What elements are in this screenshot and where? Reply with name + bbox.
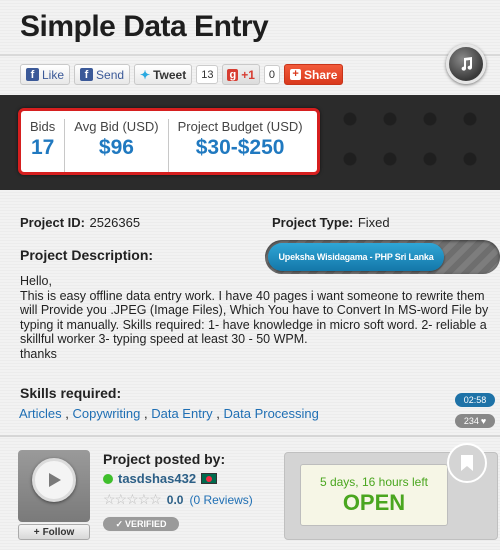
verified-badge: ✓ VERIFIED — [103, 517, 179, 531]
time-left: 5 days, 16 hours left — [319, 475, 429, 489]
tweet-label: Tweet — [153, 67, 187, 82]
play-icon — [49, 473, 61, 487]
avg-bid-value: $96 — [98, 136, 134, 159]
project-type-label: Project Type: — [272, 215, 354, 230]
budget-stat: Project Budget (USD) $30-$250 — [167, 119, 312, 172]
online-status-icon — [103, 473, 113, 484]
avg-bid-label: Avg Bid (USD) — [74, 119, 159, 134]
page-title: Simple Data Entry — [20, 10, 269, 43]
status-card: 5 days, 16 hours left OPEN — [300, 464, 448, 526]
country-flag-icon — [201, 473, 218, 484]
rating-row: ☆☆☆☆☆ 0.0 (0 Reviews) — [103, 491, 253, 508]
follow-label: Follow — [42, 526, 75, 538]
section-divider — [0, 435, 500, 437]
description-line: will Provide you .JPEG (Image Files), Wh… — [20, 303, 489, 318]
skill-link[interactable]: Data Entry — [151, 406, 212, 421]
poster-name[interactable]: tasdshas432 — [118, 471, 196, 486]
skill-link[interactable]: Copywriting — [72, 406, 140, 421]
tweet-count: 13 — [196, 65, 219, 84]
skill-separator: , — [61, 406, 73, 421]
facebook-icon: f — [26, 68, 39, 81]
project-type: Project Type: Fixed — [272, 214, 390, 232]
skills-list: Articles , Copywriting , Data Entry , Da… — [19, 406, 319, 421]
project-status: OPEN — [342, 490, 406, 515]
description-line: Hello, — [20, 274, 52, 288]
project-id-label: Project ID: — [20, 215, 86, 230]
views-count: 234 — [463, 416, 479, 426]
skill-link[interactable]: Articles — [19, 406, 62, 421]
gplus-count: 0 — [263, 65, 281, 84]
stats-box: Bids 17 Avg Bid (USD) $96 Project Budget… — [18, 108, 320, 175]
follow-button[interactable]: + Follow — [18, 524, 90, 540]
project-id-value: 2526365 — [89, 215, 141, 230]
description-line: typing it manually. Skills required: 1- … — [20, 317, 487, 332]
plus-icon: + — [290, 69, 302, 80]
share-button[interactable]: + Share — [284, 64, 344, 85]
check-icon: ✓ — [115, 518, 124, 529]
verified-label: VERIFIED — [125, 519, 167, 529]
project-description-label: Project Description: — [20, 247, 154, 263]
bids-stat: Bids 17 — [21, 119, 64, 172]
bookmark-icon — [461, 455, 473, 471]
user-slider-label: Upeksha Wisidagama - PHP Sri Lanka — [268, 243, 444, 271]
bids-value: 17 — [30, 136, 55, 159]
google-plus-button[interactable]: g +1 — [222, 64, 260, 85]
heart-icon: ♥ — [480, 416, 487, 426]
views-badge: 234 ♥ — [455, 414, 495, 428]
project-description: Hello, This is easy offline data entry w… — [20, 274, 500, 362]
skill-link[interactable]: Data Processing — [224, 406, 319, 421]
facebook-icon: f — [80, 68, 94, 81]
description-line: thanks — [20, 346, 57, 361]
user-slider[interactable]: Upeksha Wisidagama - PHP Sri Lanka — [265, 240, 500, 274]
rating-stars-icon: ☆☆☆☆☆ — [103, 491, 162, 507]
budget-label: Project Budget (USD) — [177, 119, 303, 134]
send-label: Send — [96, 67, 125, 82]
facebook-send-button[interactable]: f Send — [74, 64, 131, 85]
project-id: Project ID: 2526365 — [20, 214, 140, 232]
gplus-label: +1 — [241, 67, 255, 82]
skill-separator: , — [140, 406, 152, 421]
tweet-button[interactable]: ✦ Tweet — [134, 64, 193, 85]
like-label: Like — [42, 67, 65, 82]
skills-label: Skills required: — [20, 385, 122, 401]
title-divider — [0, 54, 500, 56]
poster-row: tasdshas432 — [103, 471, 218, 486]
rating-value: 0.0 — [166, 492, 184, 507]
twitter-bird-icon: ✦ — [140, 67, 151, 82]
avg-bid-stat: Avg Bid (USD) $96 — [64, 119, 167, 172]
music-note-icon — [461, 57, 473, 71]
description-line: This is easy offline data entry work. I … — [20, 288, 485, 303]
project-type-value: Fixed — [357, 215, 390, 230]
budget-value: $30-$250 — [195, 136, 285, 159]
description-line: skillful worker 3- typing speed at least… — [20, 332, 308, 347]
facebook-like-button[interactable]: f Like — [20, 64, 71, 85]
bookmark-button[interactable] — [447, 443, 487, 483]
music-button[interactable] — [446, 44, 486, 84]
plus-icon: + — [33, 526, 40, 538]
google-plus-icon: g — [227, 68, 239, 81]
poster-avatar[interactable] — [18, 450, 90, 522]
play-button[interactable] — [32, 458, 76, 502]
posted-by-label: Project posted by: — [103, 451, 226, 467]
bids-label: Bids — [30, 119, 56, 134]
reviews-link[interactable]: (0 Reviews) — [189, 493, 252, 507]
skill-separator: , — [212, 406, 224, 421]
share-bar: f Like f Send ✦ Tweet 13 g +1 0 + Share — [20, 64, 344, 85]
time-badge: 02:58 — [455, 393, 495, 407]
share-label: Share — [304, 67, 338, 82]
